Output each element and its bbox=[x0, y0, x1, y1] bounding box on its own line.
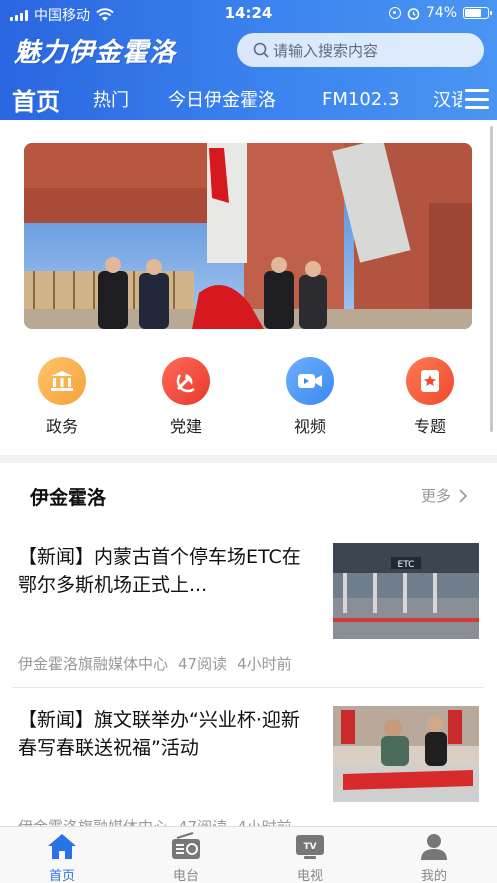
home-icon bbox=[22, 831, 102, 861]
tab-chinese[interactable]: 汉语 bbox=[433, 80, 462, 118]
quick-link-video[interactable]: 视频 bbox=[270, 357, 350, 437]
quick-link-topics[interactable]: 专题 bbox=[390, 357, 470, 437]
channel-tabs: 首页 热门 今日伊金霍洛 FM102.3 汉语 bbox=[0, 80, 497, 118]
tv-icon: TV bbox=[270, 831, 350, 861]
bottom-nav-tv[interactable]: TV 电视 bbox=[270, 831, 350, 883]
tab-hot[interactable]: 热门 bbox=[93, 80, 129, 118]
radio-icon bbox=[146, 831, 226, 861]
quick-link-label: 视频 bbox=[293, 417, 326, 436]
quick-link-label: 党建 bbox=[169, 417, 202, 436]
app-header: 中国移动 14:24 74% 魅力伊金霍洛 请输入搜索内容 首页 热门 今日伊金… bbox=[0, 0, 497, 120]
topic-star-icon bbox=[406, 357, 454, 405]
banner-image[interactable] bbox=[24, 143, 472, 329]
tab-home[interactable]: 首页 bbox=[12, 80, 60, 118]
news-thumbnail: ETC bbox=[333, 543, 479, 639]
government-building-icon bbox=[38, 357, 86, 405]
news-reads: 47阅读 bbox=[178, 655, 228, 673]
top-card: 政务 党建 视频 专题 bbox=[0, 120, 497, 455]
svg-text:TV: TV bbox=[303, 842, 316, 852]
quick-link-government[interactable]: 政务 bbox=[22, 357, 102, 437]
search-box[interactable]: 请输入搜索内容 bbox=[237, 33, 484, 67]
news-time: 4小时前 bbox=[237, 655, 292, 673]
battery-percent: 74% bbox=[425, 5, 457, 21]
bottom-nav-radio[interactable]: 电台 bbox=[146, 831, 226, 883]
news-item[interactable]: 【新闻】内蒙古首个停车场ETC在鄂尔多斯机场正式上... ETC 伊金霍洛旗融媒… bbox=[0, 543, 497, 703]
tab-today[interactable]: 今日伊金霍洛 bbox=[168, 80, 276, 118]
more-link[interactable]: 更多 bbox=[421, 485, 467, 506]
bottom-nav: 首页 电台 TV 电视 我的 bbox=[0, 826, 497, 883]
bottom-nav-label: 电台 bbox=[172, 869, 199, 883]
bottom-nav-home[interactable]: 首页 bbox=[22, 831, 102, 883]
status-bar: 中国移动 14:24 74% bbox=[0, 0, 497, 26]
news-thumbnail bbox=[333, 706, 479, 802]
news-title: 【新闻】旗文联举办“兴业杯·迎新春写春联送祝福”活动 bbox=[18, 709, 300, 759]
battery-icon bbox=[463, 7, 492, 19]
quick-link-label: 专题 bbox=[413, 417, 446, 436]
bottom-nav-label: 首页 bbox=[48, 869, 75, 883]
bottom-nav-label: 电视 bbox=[296, 869, 323, 883]
tab-fm[interactable]: FM102.3 bbox=[322, 80, 399, 118]
news-item[interactable]: 【新闻】旗文联举办“兴业杯·迎新春写春联送祝福”活动 伊金霍洛旗融媒体中心 47… bbox=[0, 706, 497, 828]
party-emblem-icon bbox=[162, 357, 210, 405]
chevron-right-icon bbox=[459, 488, 467, 503]
scrollbar[interactable] bbox=[490, 126, 493, 432]
news-title: 【新闻】内蒙古首个停车场ETC在鄂尔多斯机场正式上... bbox=[18, 546, 301, 596]
news-source: 伊金霍洛旗融媒体中心 bbox=[18, 655, 169, 673]
app-title: 魅力伊金霍洛 bbox=[14, 38, 177, 68]
quick-link-party[interactable]: 党建 bbox=[146, 357, 226, 437]
section-title: 伊金霍洛 bbox=[30, 487, 107, 509]
etc-sign: ETC bbox=[398, 560, 415, 570]
news-meta: 伊金霍洛旗融媒体中心 47阅读 4小时前 bbox=[18, 653, 292, 674]
profile-icon bbox=[394, 831, 474, 861]
quick-link-label: 政务 bbox=[45, 417, 78, 436]
news-section: 伊金霍洛 更多 【新闻】内蒙古首个停车场ETC在鄂尔多斯机场正式上... ETC… bbox=[0, 463, 497, 828]
orientation-lock-icon bbox=[388, 7, 401, 19]
alarm-clock-icon bbox=[407, 7, 420, 20]
search-icon bbox=[253, 42, 269, 58]
more-label: 更多 bbox=[420, 487, 451, 505]
search-placeholder: 请输入搜索内容 bbox=[273, 41, 379, 60]
divider bbox=[12, 687, 484, 688]
bottom-nav-profile[interactable]: 我的 bbox=[394, 831, 474, 883]
video-camera-icon bbox=[286, 357, 334, 405]
bottom-nav-label: 我的 bbox=[420, 869, 447, 883]
channel-menu-icon[interactable] bbox=[465, 89, 489, 109]
